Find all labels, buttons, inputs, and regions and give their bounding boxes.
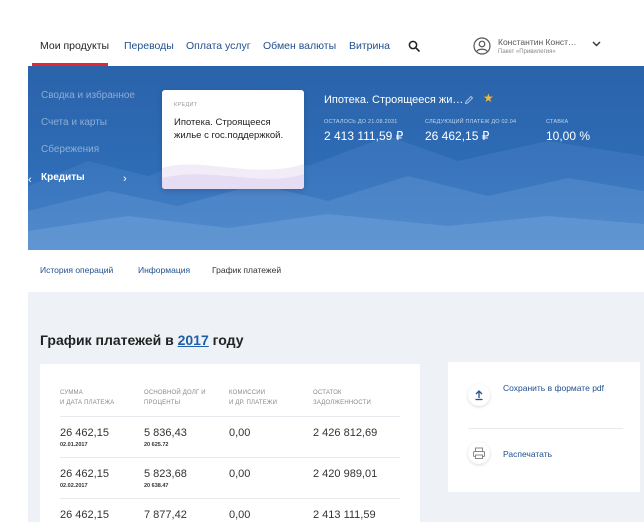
loan-title: Ипотека. Строящееся жи… [324,94,464,106]
card-label: КРЕДИТ [174,102,198,108]
cell-balance: 2 426 812,69 [313,427,378,439]
nav-my-products[interactable]: Мои продукты [40,40,109,52]
schedule-heading: График платежей в 2017 году [40,332,244,348]
user-package: Пакет «Привилегия» [498,49,556,55]
heading-suffix: году [212,332,244,348]
active-arrow-icon: ‹ [28,174,32,186]
cell-date: 02.01.2017 [60,442,88,448]
cell-balance: 2 413 111,59 [313,509,376,521]
heading-prefix: График платежей в [40,332,174,348]
stat-next-payment-label: СЛЕДУЮЩИЙ ПЛАТЕЖ ДО 02.04 [425,119,517,125]
stat-rate-value: 10,00 % [546,129,591,143]
hero-banner: Сводка и избранное Счета и карты Сбереже… [28,66,644,250]
page: Мои продукты Переводы Оплата услуг Обмен… [28,22,644,522]
save-pdf-link[interactable]: Сохранить в формате pdf [503,382,623,394]
sidebar-item-credits[interactable]: Кредиты [41,172,85,183]
column-header-line: ЗАДОЛЖЕННОСТИ [313,400,372,406]
row-divider [60,416,400,417]
column-header-line: СУММА [60,390,83,396]
cell-principal: 5 823,68 [144,468,187,480]
stat-rate-label: СТАВКА [546,119,569,125]
stat-remaining-label: ОСТАЛОСЬ ДО 21.08.2031 [324,119,398,125]
column-header-line: И ДР. ПЛАТЕЖИ [229,400,278,406]
column-header-line: ПРОЦЕНТЫ [144,400,181,406]
cell-amount: 26 462,15 [60,468,109,480]
stat-remaining-value: 2 413 111,59 ₽ [324,129,404,143]
nav-payments[interactable]: Оплата услуг [186,40,251,52]
sidebar-item-summary[interactable]: Сводка и избранное [41,90,135,101]
loan-card[interactable]: КРЕДИТ Ипотека. Строящееся жилье с гос.п… [162,90,304,189]
cell-date: 02.02.2017 [60,483,88,489]
nav-showcase[interactable]: Витрина [349,40,390,52]
cell-balance: 2 420 989,01 [313,468,378,480]
card-title: Ипотека. Строящееся жилье с гос.поддержк… [174,117,284,141]
column-header-principal: ОСНОВНОЙ ДОЛГ И ПРОЦЕНТЫ [144,388,206,408]
search-icon[interactable] [408,40,420,52]
edit-icon[interactable] [464,95,474,105]
upload-icon[interactable] [468,384,490,406]
cell-principal: 5 836,43 [144,427,187,439]
schedule-section: График платежей в 2017 году СУММА И ДАТА… [28,292,644,522]
column-header-balance: ОСТАТОК ЗАДОЛЖЕННОСТИ [313,388,371,408]
actions-divider [468,428,623,429]
row-divider [60,457,400,458]
column-header-amount: СУММА И ДАТА ПЛАТЕЖА [60,388,115,408]
column-header-line: ОСТАТОК [313,390,342,396]
favorite-star-icon[interactable]: ★ [483,91,494,105]
top-navigation: Мои продукты Переводы Оплата услуг Обмен… [28,22,644,66]
column-header-line: И ДАТА ПЛАТЕЖА [60,400,115,406]
column-header-fees: КОМИССИИ И ДР. ПЛАТЕЖИ [229,388,277,408]
tab-information[interactable]: Информация [138,265,190,275]
cell-amount: 26 462,15 [60,427,109,439]
schedule-table: СУММА И ДАТА ПЛАТЕЖА ОСНОВНОЙ ДОЛГ И ПРО… [40,364,420,522]
cell-amount: 26 462,15 [60,509,109,521]
sidebar-item-accounts[interactable]: Счета и карты [41,117,107,128]
user-name[interactable]: Константин Конст… [498,37,577,47]
cell-fees: 0,00 [229,427,251,439]
cell-principal: 7 877,42 [144,509,187,521]
stat-next-payment-value: 26 462,15 ₽ [425,129,490,143]
chevron-down-icon[interactable] [592,41,601,47]
tab-history[interactable]: История операций [40,265,113,275]
cell-interest: 20 638.47 [144,483,169,489]
column-header-line: ОСНОВНОЙ ДОЛГ И [144,390,206,396]
tab-payment-schedule[interactable]: График платежей [212,265,281,275]
printer-icon[interactable] [468,442,490,464]
actions-panel: Сохранить в формате pdf Распечатать [448,362,640,492]
chevron-right-icon: › [123,173,127,185]
row-divider [60,498,400,499]
column-header-line: КОМИССИИ [229,390,266,396]
user-avatar-icon[interactable] [473,37,491,55]
print-link[interactable]: Распечатать [503,448,552,460]
nav-transfers[interactable]: Переводы [124,40,174,52]
sub-tabs: История операций Информация График плате… [28,250,644,292]
cell-fees: 0,00 [229,509,251,521]
card-wave-decoration [162,164,304,189]
sidebar-item-savings[interactable]: Сбережения [41,144,99,155]
nav-currency-exchange[interactable]: Обмен валюты [263,40,336,52]
year-selector[interactable]: 2017 [178,332,209,348]
cell-fees: 0,00 [229,468,251,480]
cell-interest: 20 625.72 [144,442,169,448]
